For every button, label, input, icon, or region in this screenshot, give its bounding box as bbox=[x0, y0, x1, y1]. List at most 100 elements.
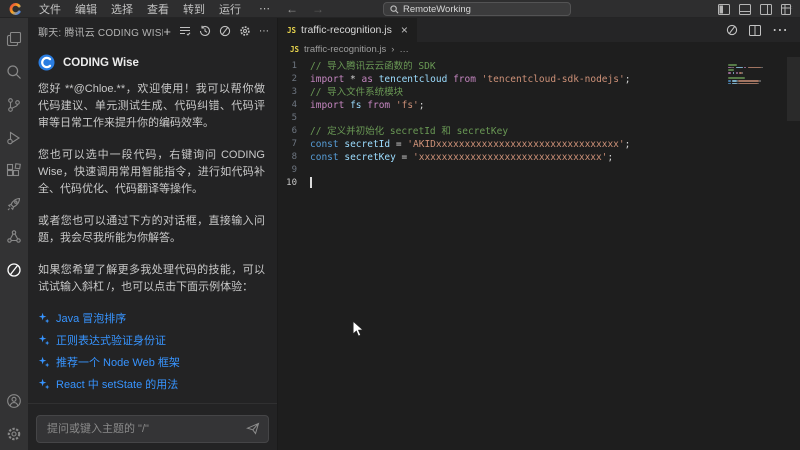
explorer-icon[interactable] bbox=[0, 22, 28, 55]
back-icon[interactable]: ← bbox=[281, 2, 303, 16]
line-number: 10 bbox=[278, 177, 310, 190]
breadcrumb-file[interactable]: traffic-recognition.js bbox=[304, 44, 386, 55]
chat-more-icon[interactable]: ⋯ bbox=[259, 26, 269, 37]
layout-panel-icon[interactable] bbox=[739, 4, 751, 15]
coding-wise-header-icon[interactable] bbox=[219, 25, 231, 37]
chat-input-area bbox=[28, 403, 277, 450]
tab-traffic-recognition[interactable]: JS traffic-recognition.js × bbox=[278, 18, 417, 42]
sparkle-icon bbox=[38, 312, 50, 324]
chat-paragraph: 您也可以选中一段代码，右键询问 CODING Wise，快速调用常用智能指令，进… bbox=[38, 147, 265, 198]
code-line[interactable]: 2import * as tencentcloud from 'tencentc… bbox=[278, 73, 800, 86]
code-line[interactable]: 8const secretKey = 'xxxxxxxxxxxxxxxxxxxx… bbox=[278, 151, 800, 164]
example-link[interactable]: 正则表达式验证身份证 bbox=[38, 333, 265, 347]
text-caret bbox=[310, 177, 312, 188]
chat-list-icon[interactable] bbox=[179, 26, 191, 36]
sparkle-icon bbox=[38, 356, 50, 368]
account-icon[interactable] bbox=[0, 384, 28, 417]
rocket-icon[interactable] bbox=[0, 187, 28, 220]
menu-item[interactable]: 运行 bbox=[212, 1, 248, 17]
search-value: RemoteWorking bbox=[403, 4, 471, 15]
tab-label: traffic-recognition.js bbox=[301, 24, 392, 36]
coding-wise-sidebar-icon[interactable] bbox=[0, 253, 28, 286]
example-link-label: React 中 setState 的用法 bbox=[56, 376, 178, 392]
tab-bar: JS traffic-recognition.js × ⋯ bbox=[278, 18, 800, 42]
source-control-icon[interactable] bbox=[0, 88, 28, 121]
example-link-label: 正则表达式验证身份证 bbox=[56, 332, 166, 348]
extensions-icon[interactable] bbox=[0, 154, 28, 187]
example-link-label: Java 冒泡排序 bbox=[56, 310, 126, 326]
line-number: 7 bbox=[278, 138, 310, 151]
community-icon[interactable] bbox=[0, 220, 28, 253]
js-file-icon: JS bbox=[287, 26, 296, 35]
sparkle-icon bbox=[38, 378, 50, 390]
menu-bar: 文件编辑选择查看转到运行 bbox=[32, 1, 248, 17]
code-line[interactable]: 6// 定义并初始化 secretId 和 secretKey bbox=[278, 125, 800, 138]
title-bar: 文件编辑选择查看转到运行 ⋯ ← → RemoteWorking : bbox=[0, 0, 800, 18]
code-line[interactable]: 10 bbox=[278, 177, 800, 190]
example-link[interactable]: React 中 setState 的用法 bbox=[38, 377, 265, 391]
send-icon[interactable] bbox=[246, 422, 260, 435]
chat-paragraph: 或者您也可以通过下方的对话框，直接输入问题，我会尽我所能为你解答。 bbox=[38, 213, 265, 247]
forward-icon[interactable]: → bbox=[307, 2, 329, 16]
menu-item[interactable]: 选择 bbox=[104, 1, 140, 17]
layout-sidebar-left-icon[interactable] bbox=[718, 4, 730, 15]
menu-item[interactable]: 编辑 bbox=[68, 1, 104, 17]
breadcrumb[interactable]: JS traffic-recognition.js › … bbox=[278, 42, 800, 57]
mouse-cursor-icon bbox=[352, 320, 365, 338]
line-number: 9 bbox=[278, 164, 310, 177]
chat-paragraph: 您好 **@Chloe.**，欢迎使用！我可以帮你做代码建议、单元测试生成、代码… bbox=[38, 81, 265, 132]
chat-paragraph: 如果您希望了解更多我处理代码的技能，可以试试输入斜杠 /，也可以点击下面示例体验… bbox=[38, 262, 265, 296]
line-number: 6 bbox=[278, 125, 310, 138]
chat-header-actions: + ⋯ bbox=[163, 24, 269, 39]
menu-item[interactable]: 转到 bbox=[176, 1, 212, 17]
line-number: 8 bbox=[278, 151, 310, 164]
code-editor[interactable]: 1// 导入腾讯云云函数的 SDK2import * as tencentclo… bbox=[278, 57, 800, 450]
chat-settings-icon[interactable] bbox=[239, 25, 251, 37]
svg-text::: : bbox=[791, 5, 792, 10]
tab-close-icon[interactable]: × bbox=[401, 23, 408, 37]
menu-item[interactable]: 文件 bbox=[32, 1, 68, 17]
coding-wise-editor-icon[interactable] bbox=[726, 24, 738, 36]
history-icon[interactable] bbox=[199, 25, 211, 37]
example-link[interactable]: 推荐一个 Node Web 框架 bbox=[38, 355, 265, 369]
code-line[interactable]: 4import fs from 'fs'; bbox=[278, 99, 800, 112]
editor-actions: ⋯ bbox=[726, 18, 800, 42]
code-line[interactable]: 5 bbox=[278, 112, 800, 125]
line-number: 1 bbox=[278, 60, 310, 73]
breadcrumb-more[interactable]: … bbox=[399, 44, 409, 55]
new-chat-icon[interactable]: + bbox=[163, 24, 171, 39]
search-icon bbox=[390, 5, 399, 14]
layout-customize-icon[interactable]: : bbox=[781, 4, 794, 15]
split-editor-icon[interactable] bbox=[749, 25, 761, 36]
command-center-search[interactable]: RemoteWorking bbox=[383, 2, 571, 16]
sparkle-icon bbox=[38, 334, 50, 346]
chat-panel-header: 聊天: 腾讯云 CODING WISE + ⋯ bbox=[28, 18, 277, 44]
editor-more-icon[interactable]: ⋯ bbox=[772, 20, 788, 40]
settings-gear-icon[interactable] bbox=[0, 417, 28, 450]
assistant-header: CODING Wise bbox=[38, 54, 265, 71]
layout-controls: : bbox=[718, 0, 794, 18]
chat-input[interactable] bbox=[36, 415, 269, 443]
chat-panel-title: 聊天: 腾讯云 CODING WISE bbox=[38, 24, 163, 39]
code-line[interactable]: 3// 导入文件系统模块 bbox=[278, 86, 800, 99]
line-number: 4 bbox=[278, 99, 310, 112]
run-debug-icon[interactable] bbox=[0, 121, 28, 154]
app-logo-icon bbox=[8, 2, 22, 16]
minimap[interactable] bbox=[728, 64, 784, 91]
assistant-name: CODING Wise bbox=[63, 57, 139, 69]
search-sidebar-icon[interactable] bbox=[0, 55, 28, 88]
menu-overflow[interactable]: ⋯ bbox=[252, 2, 277, 15]
coding-wise-avatar bbox=[38, 54, 55, 71]
breadcrumb-js-icon: JS bbox=[290, 45, 299, 54]
code-line[interactable]: 1// 导入腾讯云云函数的 SDK bbox=[278, 60, 800, 73]
chat-messages: CODING Wise 您好 **@Chloe.**，欢迎使用！我可以帮你做代码… bbox=[28, 44, 277, 403]
example-link[interactable]: Java 冒泡排序 bbox=[38, 311, 265, 325]
example-link-label: 推荐一个 Node Web 框架 bbox=[56, 354, 180, 370]
vscode-window: 文件编辑选择查看转到运行 ⋯ ← → RemoteWorking : bbox=[0, 0, 800, 450]
code-line[interactable]: 9 bbox=[278, 164, 800, 177]
code-line[interactable]: 7const secretId = 'AKIDxxxxxxxxxxxxxxxxx… bbox=[278, 138, 800, 151]
layout-sidebar-right-icon[interactable] bbox=[760, 4, 772, 15]
editor-scrollbar[interactable] bbox=[787, 57, 800, 450]
editor-group: JS traffic-recognition.js × ⋯ JS traffic… bbox=[278, 18, 800, 450]
menu-item[interactable]: 查看 bbox=[140, 1, 176, 17]
